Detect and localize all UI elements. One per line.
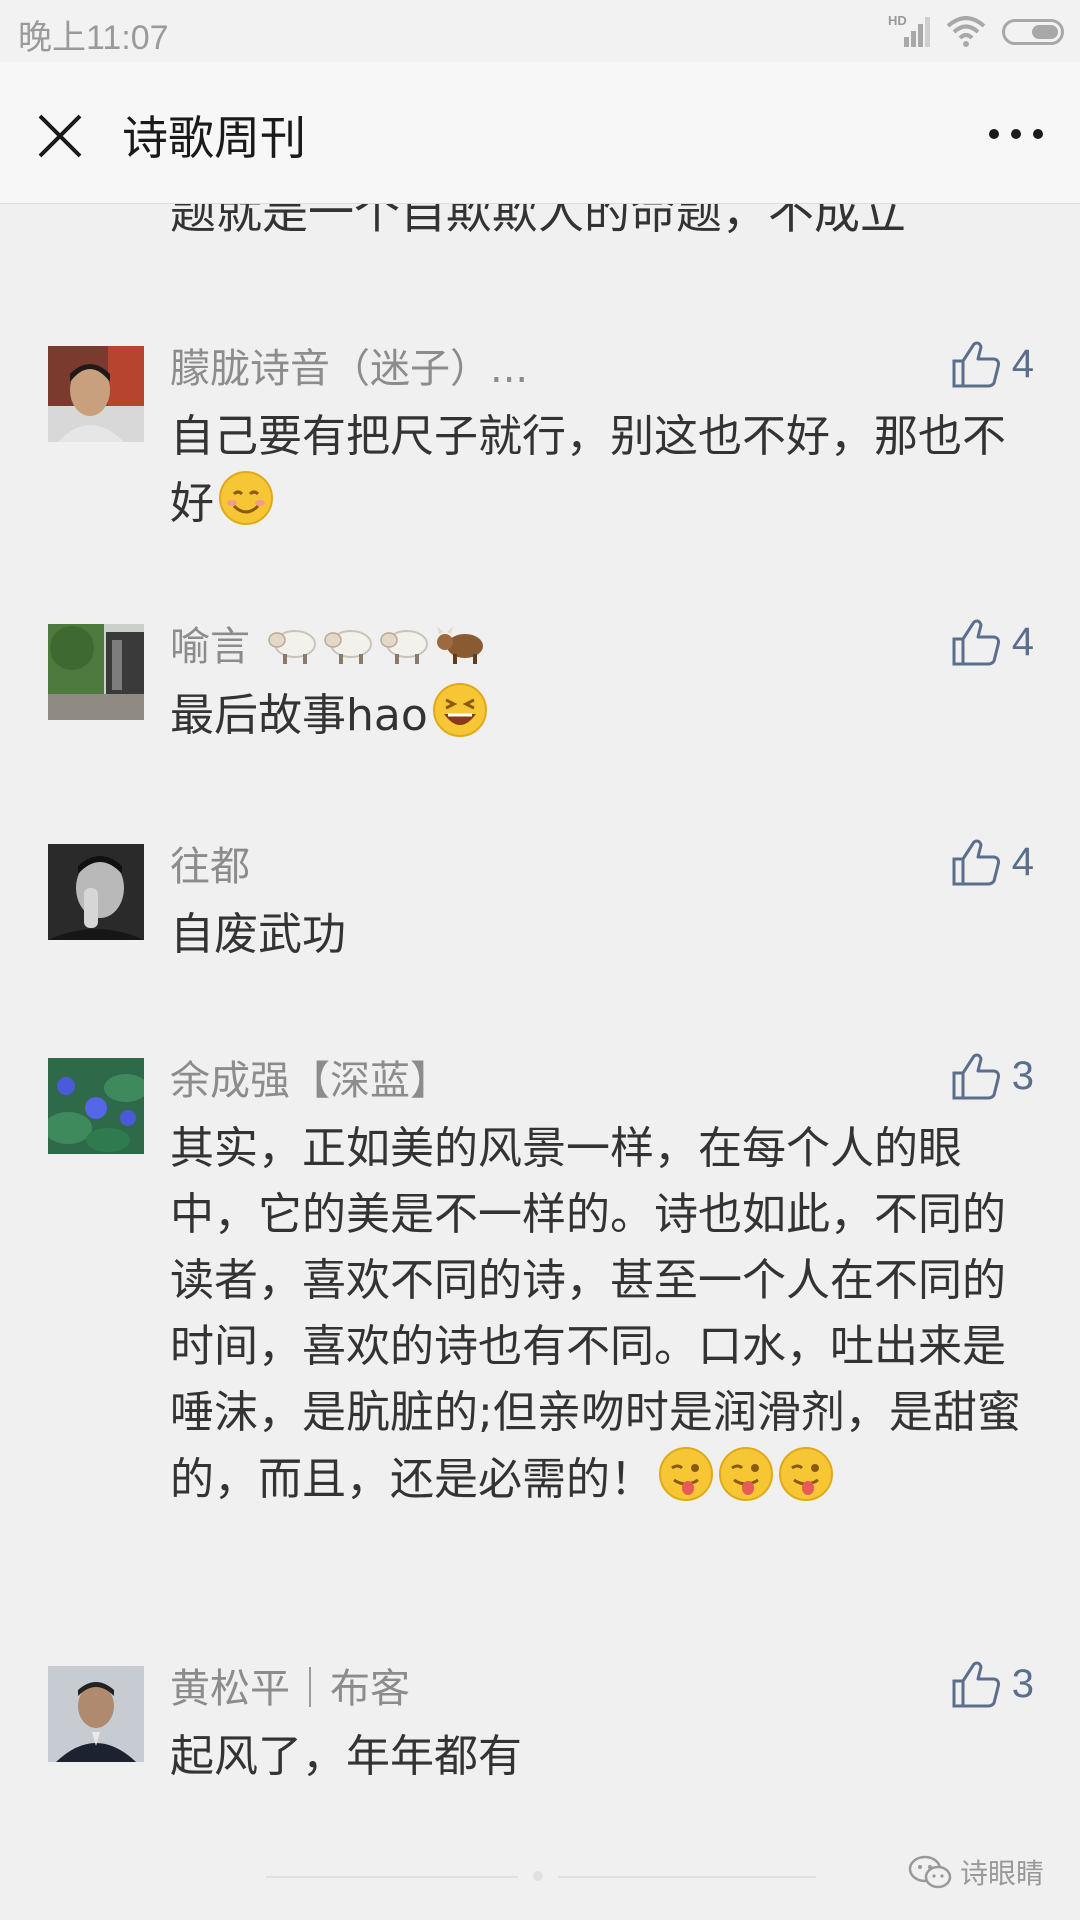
status-time: 晚上11:07: [18, 19, 169, 57]
status-icons: HD: [888, 12, 1064, 52]
close-button[interactable]: [28, 104, 92, 168]
like-button[interactable]: 4: [950, 334, 1034, 394]
comment-author[interactable]: 黄松平｜布客: [170, 1656, 410, 1714]
like-count: 4: [1011, 619, 1034, 664]
watermark-text: 诗眼睛: [959, 1857, 1044, 1890]
like-count: 3: [1011, 1053, 1034, 1098]
sheep-emoji: [323, 630, 372, 664]
wink-tongue-emoji: [719, 1447, 773, 1501]
comment-text: 起风了，年年都有: [170, 1731, 522, 1782]
smile-emoji: [219, 471, 273, 525]
comment-text: 其实，正如美的风景一样，在每个人的眼中，它的美是不一样的。诗也如此，不同的读者，…: [170, 1116, 1030, 1513]
page-title: 诗歌周刊: [122, 111, 306, 165]
comments-list[interactable]: 题就是一个自欺欺人的命题，不成立 朦胧诗音（迷子）... 4 自己要有把尺子就行…: [0, 204, 1080, 1920]
wink-tongue-emoji: [659, 1447, 713, 1501]
more-icon: [989, 129, 1043, 139]
ox-emoji: [436, 626, 483, 664]
sheep-emoji: [267, 630, 316, 664]
like-button[interactable]: 4: [950, 612, 1034, 672]
comment-text: 最后故事hao: [170, 682, 1030, 749]
battery-icon: [1002, 19, 1064, 45]
hd-signal-icon: HD: [888, 13, 930, 49]
comment-author[interactable]: 往都: [170, 834, 250, 892]
like-count: 3: [1011, 1661, 1034, 1706]
header-bar: 诗歌周刊: [0, 62, 1080, 204]
thumbs-up-icon: [952, 1661, 1000, 1708]
like-button[interactable]: 3: [950, 1654, 1034, 1714]
thumbs-up-icon: [952, 619, 1000, 666]
like-count: 4: [1011, 839, 1034, 884]
avatar[interactable]: [48, 844, 144, 940]
laughing-emoji: [432, 683, 487, 737]
comment-text: 自废武功: [170, 909, 346, 960]
comment-author[interactable]: 朦胧诗音（迷子）...: [170, 336, 528, 394]
thumbs-up-icon: [952, 341, 1000, 388]
status-bar: 晚上11:07 HD: [0, 0, 1080, 62]
watermark: 诗眼睛: [908, 1852, 1044, 1892]
bottom-divider-right: [558, 1876, 816, 1878]
comment-text: 自己要有把尺子就行，别这也不好，那也不好: [170, 404, 1030, 537]
bottom-divider-left: [266, 1876, 518, 1878]
avatar[interactable]: [48, 1058, 144, 1154]
wifi-icon: [946, 16, 986, 47]
comment-text-content: 自己要有把尺子就行，别这也不好，那也不好: [170, 411, 1006, 529]
avatar[interactable]: [48, 1666, 144, 1762]
thumbs-up-icon: [952, 1053, 1000, 1100]
wink-tongue-emoji: [779, 1447, 833, 1501]
comment-text-content: 最后故事hao: [170, 690, 428, 741]
comment-text-content: 其实，正如美的风景一样，在每个人的眼中，它的美是不一样的。诗也如此，不同的读者，…: [170, 1123, 1021, 1505]
comment-author[interactable]: 余成强【深蓝】: [170, 1048, 450, 1106]
comment-author[interactable]: 喻言: [170, 614, 487, 672]
avatar[interactable]: [48, 346, 144, 442]
sheep-emoji: [379, 630, 428, 664]
like-count: 4: [1011, 341, 1034, 386]
like-button[interactable]: 4: [950, 832, 1034, 892]
more-button[interactable]: [980, 112, 1052, 156]
close-icon: [38, 114, 82, 158]
thumbs-up-icon: [952, 839, 1000, 886]
comment-author-name: 喻言: [170, 624, 250, 670]
like-button[interactable]: 3: [950, 1046, 1034, 1106]
page-indicator-dot: [533, 1871, 543, 1881]
partial-comment-text: 题就是一个自欺欺人的命题，不成立: [170, 204, 906, 239]
wechat-icon: [908, 1855, 952, 1889]
avatar[interactable]: [48, 624, 144, 720]
